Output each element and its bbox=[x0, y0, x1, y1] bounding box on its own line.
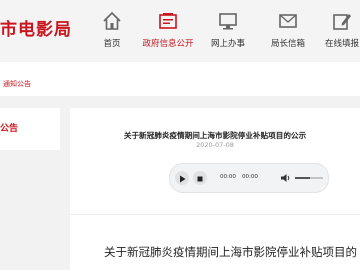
current-time: 00:00 bbox=[220, 174, 236, 180]
play-icon bbox=[180, 175, 186, 183]
breadcrumb[interactable]: 通知公告 bbox=[3, 79, 31, 89]
nav-director-mailbox-label: 局长信箱 bbox=[270, 39, 305, 49]
volume-level bbox=[295, 177, 311, 179]
nav-home[interactable]: 首页 bbox=[84, 6, 140, 62]
monitor-icon bbox=[219, 13, 237, 30]
nav-online-form[interactable]: 在线填报 bbox=[314, 6, 360, 62]
home-icon bbox=[103, 11, 121, 30]
volume-icon[interactable] bbox=[280, 172, 292, 184]
site-title[interactable]: 市电影局 bbox=[0, 15, 72, 40]
mail-icon bbox=[279, 14, 297, 28]
article-body-title: 关于新冠肺炎疫情期间上海市影院停业补贴项目的 bbox=[104, 245, 357, 259]
folder-icon bbox=[159, 13, 177, 29]
volume-slider[interactable] bbox=[295, 177, 323, 179]
breadcrumb-bar bbox=[0, 62, 360, 96]
duration: 00:00 bbox=[242, 174, 258, 180]
stop-icon bbox=[197, 176, 203, 182]
nav-online-service-label: 网上办事 bbox=[210, 39, 245, 49]
nav-online-service[interactable]: 网上办事 bbox=[200, 6, 256, 62]
top-navigation-bar: 市电影局 首页 政府信息公开 网上办事 局长信箱 在线填报 bbox=[0, 0, 360, 62]
divider bbox=[70, 214, 360, 215]
audio-player: 00:00 00:00 bbox=[169, 163, 329, 193]
play-button[interactable] bbox=[175, 171, 189, 185]
stop-button[interactable] bbox=[193, 171, 207, 185]
nav-gov-info-label: 政府信息公开 bbox=[142, 39, 194, 49]
nav-gov-info[interactable]: 政府信息公开 bbox=[140, 6, 196, 62]
nav-director-mailbox[interactable]: 局长信箱 bbox=[260, 6, 316, 62]
nav-online-form-label: 在线填报 bbox=[324, 39, 359, 49]
article-date: 2020-07-08 bbox=[196, 141, 234, 149]
edit-icon bbox=[333, 14, 351, 30]
sidebar-item-announcements[interactable]: 公告 bbox=[0, 121, 18, 134]
article-title: 关于新冠肺炎疫情期间上海市影院停业补贴项目的公示 bbox=[123, 131, 307, 140]
nav-home-label: 首页 bbox=[103, 39, 121, 49]
